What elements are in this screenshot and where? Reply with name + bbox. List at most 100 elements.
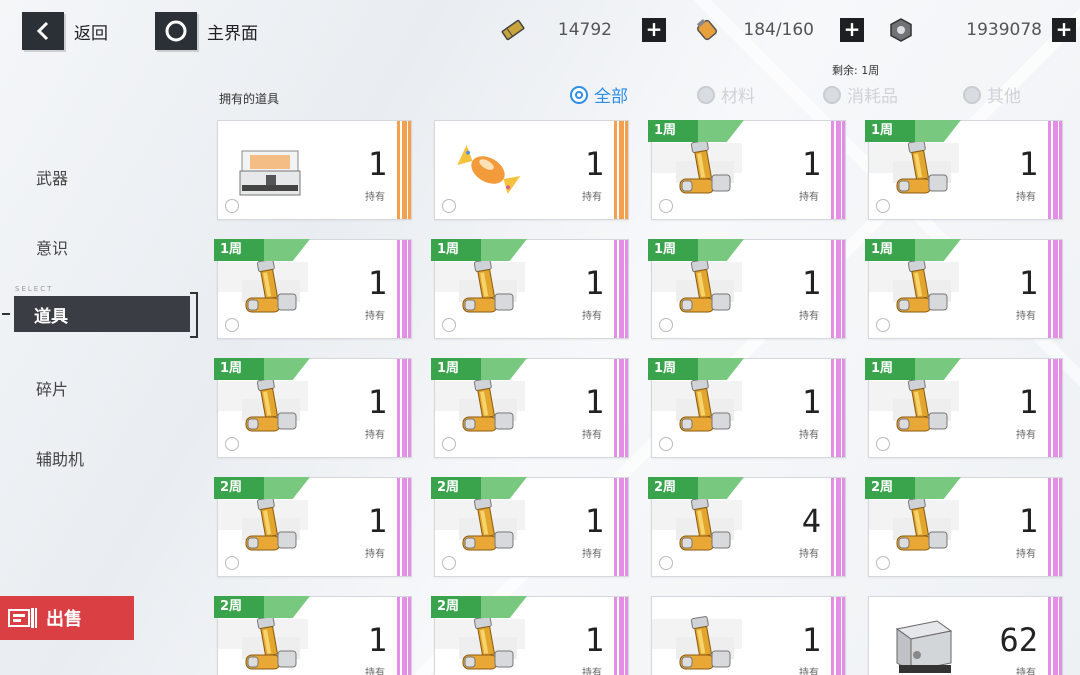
filter-other[interactable]: 其他 bbox=[963, 82, 1021, 107]
select-checkbox[interactable] bbox=[442, 199, 456, 213]
owned-label: 持有 bbox=[799, 192, 819, 203]
item-card[interactable]: 1 持有 bbox=[434, 120, 629, 220]
item-card[interactable]: 1周 1 持有 bbox=[648, 120, 846, 220]
main-menu-button[interactable]: 主界面 bbox=[155, 12, 258, 50]
core-icon bbox=[670, 254, 740, 324]
item-card[interactable]: 1 持有 bbox=[217, 120, 412, 220]
menu-item-items-label: 道具 bbox=[34, 306, 68, 327]
owned-label: 持有 bbox=[799, 549, 819, 560]
core-icon bbox=[887, 254, 957, 324]
owned-label: 持有 bbox=[365, 311, 385, 322]
filter-consumables[interactable]: 消耗品 bbox=[823, 82, 898, 107]
menu-item-fragments[interactable]: 碎片 bbox=[36, 376, 68, 400]
core-icon bbox=[670, 135, 740, 205]
item-card[interactable]: 1周 1 持有 bbox=[431, 239, 629, 339]
item-card[interactable]: 2周 1 持有 bbox=[865, 477, 1063, 577]
select-indicator: SELECT bbox=[15, 285, 54, 293]
item-count: 1 bbox=[801, 145, 821, 183]
select-checkbox[interactable] bbox=[225, 437, 239, 451]
add-stamina-button[interactable]: + bbox=[840, 18, 864, 42]
owned-label: 持有 bbox=[365, 430, 385, 441]
item-card[interactable]: 2周 1 持有 bbox=[214, 477, 412, 577]
item-count: 1 bbox=[1018, 502, 1038, 540]
item-card[interactable]: 62 持有 bbox=[868, 596, 1063, 675]
rarity-stripe bbox=[614, 240, 628, 338]
rarity-stripe bbox=[397, 240, 411, 338]
menu-item-items[interactable]: 道具 bbox=[2, 296, 190, 332]
sell-button[interactable]: 出售 bbox=[0, 596, 134, 640]
radio-all bbox=[570, 85, 588, 104]
radio-other bbox=[963, 85, 981, 104]
item-count: 1 bbox=[367, 502, 387, 540]
select-checkbox[interactable] bbox=[225, 318, 239, 332]
select-checkbox[interactable] bbox=[225, 556, 239, 570]
box-icon bbox=[887, 611, 957, 675]
item-card[interactable]: 2周 4 持有 bbox=[648, 477, 846, 577]
owned-label: 持有 bbox=[1016, 430, 1036, 441]
item-count: 1 bbox=[367, 621, 387, 659]
select-checkbox[interactable] bbox=[225, 199, 239, 213]
filter-consumables-label: 消耗品 bbox=[847, 87, 898, 107]
select-checkbox[interactable] bbox=[876, 556, 890, 570]
rarity-stripe bbox=[1048, 597, 1062, 675]
item-card[interactable]: 1周 1 持有 bbox=[214, 239, 412, 339]
owned-label: 持有 bbox=[799, 430, 819, 441]
item-card[interactable]: 1周 1 持有 bbox=[865, 120, 1063, 220]
item-card[interactable]: 1 持有 bbox=[651, 596, 846, 675]
select-checkbox[interactable] bbox=[442, 318, 456, 332]
item-count: 1 bbox=[801, 264, 821, 302]
rarity-stripe bbox=[831, 597, 845, 675]
candy-icon bbox=[453, 135, 523, 205]
sell-icon bbox=[8, 608, 37, 628]
core-icon bbox=[236, 611, 306, 675]
add-coin-button[interactable]: + bbox=[1052, 18, 1076, 42]
menu-item-support[interactable]: 辅助机 bbox=[36, 446, 84, 470]
core-icon bbox=[236, 373, 306, 443]
item-card[interactable]: 2周 1 持有 bbox=[214, 596, 412, 675]
select-checkbox[interactable] bbox=[659, 437, 673, 451]
filter-all[interactable]: 全部 bbox=[570, 82, 628, 107]
item-count: 1 bbox=[584, 621, 604, 659]
item-count: 1 bbox=[584, 502, 604, 540]
item-card[interactable]: 1周 1 持有 bbox=[865, 239, 1063, 339]
chest-icon bbox=[236, 135, 306, 205]
item-card[interactable]: 1周 1 持有 bbox=[648, 358, 846, 458]
select-checkbox[interactable] bbox=[876, 199, 890, 213]
add-ticket-button[interactable]: + bbox=[642, 18, 666, 42]
rarity-stripe bbox=[831, 121, 845, 219]
item-card[interactable]: 1周 1 持有 bbox=[648, 239, 846, 339]
stamina-icon bbox=[692, 15, 722, 45]
select-checkbox[interactable] bbox=[876, 318, 890, 332]
core-icon bbox=[236, 492, 306, 562]
select-checkbox[interactable] bbox=[659, 318, 673, 332]
item-count: 1 bbox=[367, 383, 387, 421]
select-checkbox[interactable] bbox=[442, 556, 456, 570]
select-checkbox[interactable] bbox=[442, 437, 456, 451]
owned-label: 持有 bbox=[1016, 549, 1036, 560]
core-icon bbox=[670, 611, 740, 675]
selected-bracket bbox=[190, 292, 198, 338]
back-button[interactable]: 返回 bbox=[22, 12, 108, 50]
item-card[interactable]: 1周 1 持有 bbox=[214, 358, 412, 458]
select-checkbox[interactable] bbox=[659, 199, 673, 213]
item-count: 4 bbox=[801, 502, 821, 540]
item-card[interactable]: 1周 1 持有 bbox=[865, 358, 1063, 458]
select-checkbox[interactable] bbox=[659, 556, 673, 570]
item-count: 1 bbox=[367, 145, 387, 183]
item-card[interactable]: 2周 1 持有 bbox=[431, 596, 629, 675]
main-menu-label: 主界面 bbox=[207, 23, 258, 44]
owned-label: 持有 bbox=[1016, 192, 1036, 203]
owned-label: 持有 bbox=[799, 668, 819, 675]
item-card[interactable]: 2周 1 持有 bbox=[431, 477, 629, 577]
menu-item-weapon[interactable]: 武器 bbox=[36, 165, 68, 189]
core-icon bbox=[236, 254, 306, 324]
owned-label: 持有 bbox=[582, 549, 602, 560]
item-card[interactable]: 1周 1 持有 bbox=[431, 358, 629, 458]
menu-item-stigmata[interactable]: 意识 bbox=[36, 235, 68, 259]
filter-materials[interactable]: 材料 bbox=[697, 82, 755, 107]
item-count: 1 bbox=[1018, 145, 1038, 183]
item-count: 62 bbox=[999, 621, 1038, 659]
owned-label: 持有 bbox=[365, 192, 385, 203]
select-checkbox[interactable] bbox=[876, 437, 890, 451]
owned-label: 持有 bbox=[582, 668, 602, 675]
